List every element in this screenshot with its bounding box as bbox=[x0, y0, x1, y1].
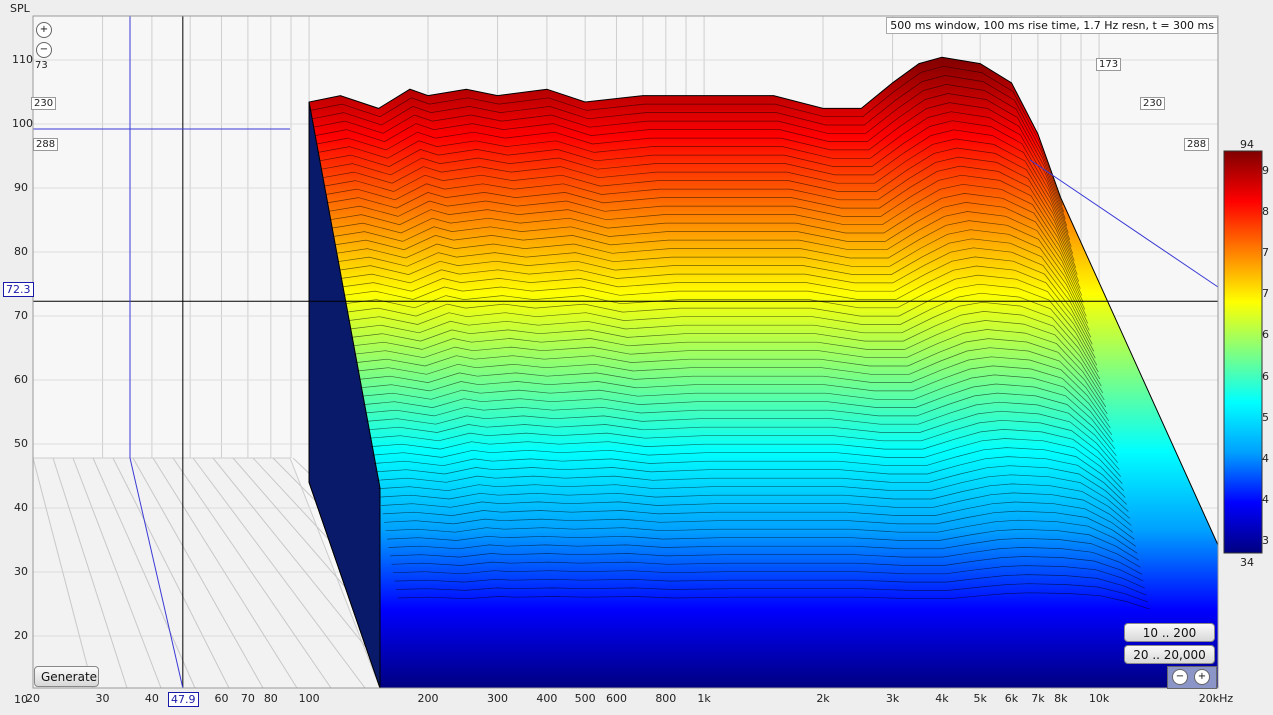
depth-label-right-230: 230 bbox=[1140, 97, 1166, 110]
x-tick-label: 400 bbox=[536, 692, 558, 705]
depth-label-left-small: 73 bbox=[35, 60, 48, 71]
x-tick-label: 7k bbox=[1031, 692, 1045, 705]
colorbar-tick-label: 8 bbox=[1262, 205, 1269, 219]
y-tick-label: 60 bbox=[14, 373, 28, 386]
x-tick-label: 40 bbox=[144, 692, 159, 705]
colorbar-tick-label: 6 bbox=[1262, 369, 1269, 383]
x-tick-label: 2k bbox=[816, 692, 830, 705]
x-tick-label: 4k bbox=[935, 692, 949, 705]
zoom-in-icon[interactable]: + bbox=[36, 22, 52, 38]
colorbar-tick-label: 3 bbox=[1262, 534, 1269, 547]
depth-label-left-288: 288 bbox=[33, 138, 59, 151]
x-tick-label: 1k bbox=[697, 692, 711, 705]
x-tick-label: 20kHz bbox=[1198, 692, 1234, 705]
depth-label-right-173: 173 bbox=[1096, 58, 1122, 71]
x-tick-label: 8k bbox=[1054, 692, 1068, 705]
colorbar-tick-label: 5 bbox=[1262, 410, 1269, 424]
depth-label-right-288: 288 bbox=[1184, 138, 1210, 151]
colorbar-bottom-label: 34 bbox=[1240, 556, 1254, 569]
range-20-20000-button[interactable]: 20 .. 20,000 bbox=[1124, 645, 1215, 664]
colorbar-top-label: 94 bbox=[1240, 138, 1254, 151]
colorbar-tick-label: 4 bbox=[1262, 451, 1269, 465]
x-tick-label: 200 bbox=[417, 692, 439, 705]
x-tick-label: 100 bbox=[298, 692, 320, 705]
x-tick-label: 80 bbox=[263, 692, 278, 705]
y-tick-label: 40 bbox=[14, 501, 28, 514]
colorbar bbox=[1223, 150, 1263, 554]
waterfall-plot[interactable] bbox=[0, 0, 1273, 715]
view-zoom-out-icon[interactable]: − bbox=[1172, 669, 1188, 685]
y-tick-label: 30 bbox=[14, 565, 28, 578]
y-axis-label: SPL bbox=[10, 2, 30, 15]
y-tick-label: 90 bbox=[14, 181, 28, 194]
zoom-out-icon[interactable]: − bbox=[36, 42, 52, 58]
x-tick-label: 300 bbox=[487, 692, 509, 705]
colorbar-tick-label: 9 bbox=[1262, 164, 1269, 177]
y-tick-label: 110 bbox=[12, 53, 33, 66]
colorbar-tick-label: 7 bbox=[1262, 246, 1269, 260]
x-tick-label: 30 bbox=[95, 692, 110, 705]
view-controls[interactable]: − + bbox=[1167, 666, 1217, 689]
x-tick-label: 800 bbox=[655, 692, 677, 705]
y-tick-label: 20 bbox=[14, 629, 28, 642]
colorbar-tick-label: 7 bbox=[1262, 287, 1269, 301]
colorbar-tick-label: 6 bbox=[1262, 328, 1269, 342]
x-tick-label: 10k bbox=[1088, 692, 1110, 705]
y-tick-label: 80 bbox=[14, 245, 28, 258]
x-tick-label: 500 bbox=[574, 692, 596, 705]
view-zoom-in-icon[interactable]: + bbox=[1194, 669, 1210, 685]
y-tick-label: 70 bbox=[14, 309, 28, 322]
x-tick-label: 60 bbox=[214, 692, 229, 705]
x-tick-label: 600 bbox=[605, 692, 627, 705]
colorbar-tick-label: 4 bbox=[1262, 492, 1269, 506]
x-tick-label: 20 bbox=[26, 692, 40, 705]
x-tick-label: 70 bbox=[240, 692, 255, 705]
generate-button[interactable]: Generate bbox=[34, 666, 99, 687]
chart-title: 500 ms window, 100 ms rise time, 1.7 Hz … bbox=[886, 17, 1218, 34]
x-tick-label: 6k bbox=[1004, 692, 1019, 705]
y-tick-label: 100 bbox=[12, 117, 33, 130]
y-tick-label: 50 bbox=[14, 437, 28, 450]
cursor-x-readout: 47.9 bbox=[168, 692, 199, 707]
cursor-y-readout: 72.3 bbox=[3, 282, 34, 297]
depth-label-left-230: 230 bbox=[31, 97, 57, 110]
range-10-200-button[interactable]: 10 .. 200 bbox=[1124, 623, 1215, 642]
x-tick-label: 3k bbox=[885, 692, 900, 705]
x-tick-label: 5k bbox=[973, 692, 987, 705]
